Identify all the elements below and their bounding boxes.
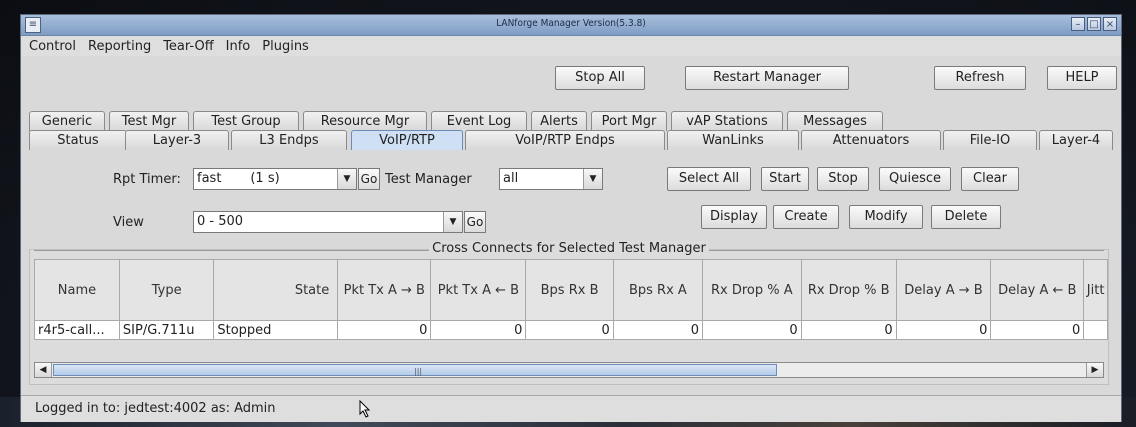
cell-jitter[interactable] (1083, 320, 1108, 340)
view-label: View (113, 215, 144, 230)
cell-rx-drop-b[interactable]: 0 (800, 320, 897, 340)
cell-rx-drop-a[interactable]: 0 (702, 320, 802, 340)
cell-bps-rx-b[interactable]: 0 (525, 320, 614, 340)
maximize-icon[interactable]: □ (1087, 17, 1101, 31)
rpt-timer-value: fast (1 s) (197, 171, 280, 186)
tab-voip-rtp-endps[interactable]: VoIP/RTP Endps (465, 130, 665, 150)
table-row[interactable]: r4r5-call... SIP/G.711u Stopped 0 0 0 0 … (34, 320, 1108, 340)
restart-manager-button[interactable]: Restart Manager (685, 66, 849, 90)
cell-delay-b-a[interactable]: 0 (990, 320, 1085, 340)
menu-plugins[interactable]: Plugins (262, 39, 309, 54)
column-header-bps-rx-b[interactable]: Bps Rx B (525, 259, 614, 321)
horizontal-scrollbar[interactable]: ◀ ||| ▶ (34, 362, 1104, 378)
rpt-timer-label: Rpt Timer: (113, 172, 181, 187)
select-all-button[interactable]: Select All (667, 167, 751, 191)
menu-control[interactable]: Control (29, 39, 76, 54)
cell-bps-rx-a[interactable]: 0 (612, 320, 704, 340)
table-header-row: Name Type State Pkt Tx A → B Pkt Tx A ← … (34, 259, 1108, 321)
column-header-name[interactable]: Name (34, 259, 120, 321)
tab-test-group[interactable]: Test Group (193, 111, 299, 131)
column-header-pkt-tx-b-a[interactable]: Pkt Tx A ← B (430, 259, 527, 321)
tab-event-log[interactable]: Event Log (431, 111, 527, 131)
chevron-down-icon[interactable]: ▼ (443, 212, 462, 232)
tab-status[interactable]: Status (29, 130, 127, 150)
tab-layer-3[interactable]: Layer-3 (125, 130, 229, 150)
view-value: 0 - 500 (197, 214, 244, 229)
cell-state[interactable]: Stopped (213, 320, 339, 340)
stop-all-button[interactable]: Stop All (555, 66, 645, 90)
scrollbar-thumb[interactable]: ||| (53, 364, 777, 376)
refresh-button[interactable]: Refresh (934, 66, 1026, 90)
test-manager-value: all (503, 171, 519, 186)
window-title: LANforge Manager Version(5.3.8) (496, 18, 646, 29)
close-icon[interactable]: × (1103, 17, 1117, 31)
minimize-icon[interactable]: – (1071, 17, 1085, 31)
group-title: Cross Connects for Selected Test Manager (429, 241, 709, 256)
test-manager-label: Test Manager (385, 172, 472, 187)
title-bar[interactable]: ≡ LANforge Manager Version(5.3.8) – □ × (21, 15, 1121, 36)
column-header-type[interactable]: Type (118, 259, 215, 321)
tab-generic[interactable]: Generic (29, 111, 105, 131)
rpt-timer-go-button[interactable]: Go (358, 168, 380, 190)
column-header-delay-b-a[interactable]: Delay A ← B (990, 259, 1085, 321)
cell-pkt-tx-b-a[interactable]: 0 (430, 320, 527, 340)
login-status: Logged in to: jedtest:4002 as: Admin (35, 401, 276, 416)
column-header-delay-a-b[interactable]: Delay A → B (895, 259, 992, 321)
tab-voip-rtp[interactable]: VoIP/RTP (351, 130, 463, 150)
tab-file-io[interactable]: File-IO (943, 130, 1037, 150)
column-header-pkt-tx-a-b[interactable]: Pkt Tx A → B (337, 259, 432, 321)
create-button[interactable]: Create (773, 205, 839, 229)
view-select[interactable]: 0 - 500 ▼ (193, 211, 463, 233)
column-header-rx-drop-b[interactable]: Rx Drop % B (800, 259, 897, 321)
cell-type[interactable]: SIP/G.711u (118, 320, 215, 340)
tab-vap-stations[interactable]: vAP Stations (671, 111, 783, 131)
scroll-left-icon[interactable]: ◀ (35, 363, 52, 377)
test-manager-select[interactable]: all ▼ (499, 168, 603, 190)
cell-pkt-tx-a-b[interactable]: 0 (337, 320, 432, 340)
tab-resource-mgr[interactable]: Resource Mgr (303, 111, 427, 131)
menu-reporting[interactable]: Reporting (88, 39, 151, 54)
chevron-down-icon[interactable]: ▼ (337, 169, 356, 189)
start-button[interactable]: Start (761, 167, 809, 191)
display-button[interactable]: Display (701, 205, 767, 229)
help-button[interactable]: HELP (1047, 66, 1117, 90)
mouse-pointer-icon (359, 400, 371, 418)
lanforge-window: ≡ LANforge Manager Version(5.3.8) – □ × … (20, 14, 1122, 422)
menu-tear-off[interactable]: Tear-Off (163, 39, 213, 54)
chevron-down-icon[interactable]: ▼ (583, 169, 602, 189)
scroll-right-icon[interactable]: ▶ (1086, 363, 1103, 377)
tab-messages[interactable]: Messages (787, 111, 883, 131)
cross-connects-group: Cross Connects for Selected Test Manager… (29, 241, 1109, 385)
tab-l3-endps[interactable]: L3 Endps (231, 130, 347, 150)
clear-button[interactable]: Clear (961, 167, 1019, 191)
column-header-rx-drop-a[interactable]: Rx Drop % A (702, 259, 802, 321)
tab-attenuators[interactable]: Attenuators (801, 130, 941, 150)
modify-button[interactable]: Modify (849, 205, 923, 229)
cross-connects-table: Name Type State Pkt Tx A → B Pkt Tx A ← … (34, 259, 1108, 340)
quiesce-button[interactable]: Quiesce (879, 167, 951, 191)
column-header-state[interactable]: State (213, 259, 339, 321)
tab-port-mgr[interactable]: Port Mgr (591, 111, 667, 131)
delete-button[interactable]: Delete (931, 205, 1001, 229)
stop-button[interactable]: Stop (817, 167, 869, 191)
cell-delay-a-b[interactable]: 0 (895, 320, 992, 340)
cell-name[interactable]: r4r5-call... (34, 320, 120, 340)
status-bar: Logged in to: jedtest:4002 as: Admin (21, 395, 1121, 422)
menu-info[interactable]: Info (226, 39, 251, 54)
grip-icon: ||| (414, 367, 423, 376)
column-header-jitter[interactable]: Jitt (1083, 259, 1108, 321)
tab-test-mgr[interactable]: Test Mgr (109, 111, 189, 131)
tab-alerts[interactable]: Alerts (531, 111, 587, 131)
menu-bar: Control Reporting Tear-Off Info Plugins (21, 36, 1121, 56)
tab-wanlinks[interactable]: WanLinks (667, 130, 799, 150)
rpt-timer-select[interactable]: fast (1 s) ▼ (193, 168, 357, 190)
column-header-bps-rx-a[interactable]: Bps Rx A (612, 259, 704, 321)
view-go-button[interactable]: Go (464, 211, 486, 233)
tab-layer-4[interactable]: Layer-4 (1039, 130, 1113, 150)
